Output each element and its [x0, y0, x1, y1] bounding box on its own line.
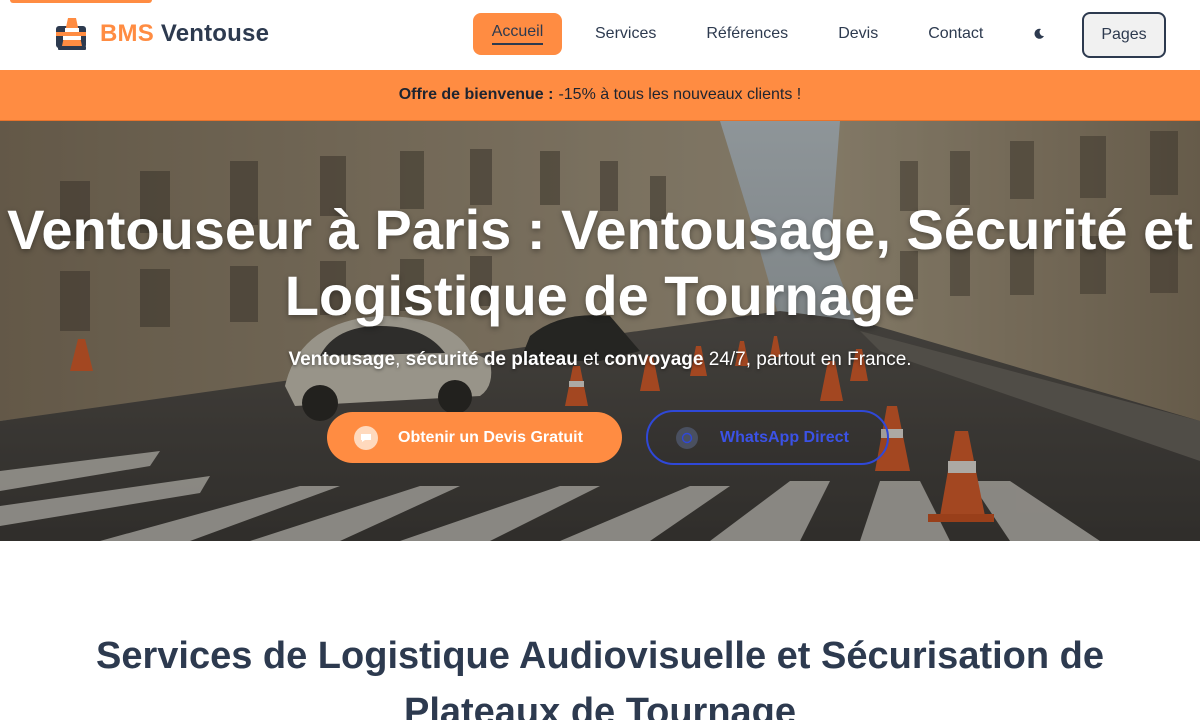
nav-item-devis[interactable]: Devis [821, 13, 895, 55]
traffic-cone-icon [56, 16, 90, 52]
header-accent-bar [10, 0, 152, 3]
services-section-title: Services de Logistique Audiovisuelle et … [95, 635, 1104, 720]
hero-subtitle: Ventousage, sécurité de plateau et convo… [0, 349, 1200, 371]
subtitle-text: , [395, 349, 406, 370]
promo-banner: Offre de bienvenue : -15% à tous les nou… [0, 70, 1200, 121]
nav-item-label: Accueil [491, 23, 544, 45]
nav-item-references[interactable]: Références [689, 13, 805, 55]
free-quote-label: Obtenir un Devis Gratuit [398, 428, 583, 446]
nav-item-accueil[interactable]: Accueil [473, 13, 562, 55]
brand-name-part1: BMS [100, 20, 154, 47]
promo-text: -15% à tous les nouveaux clients ! [558, 86, 802, 103]
subtitle-bold-ventousage: Ventousage [288, 349, 396, 370]
pages-button[interactable]: Pages [1082, 12, 1166, 58]
hero-overlay [0, 121, 1200, 541]
subtitle-bold-securite: sécurité de plateau [405, 349, 578, 370]
brand-logo[interactable]: BMS Ventouse [56, 16, 269, 52]
whatsapp-button[interactable]: WhatsApp Direct [646, 410, 889, 465]
subtitle-text: et [577, 349, 605, 370]
subtitle-bold-convoyage: convoyage [604, 349, 704, 370]
page: BMS Ventouse Accueil Services Références… [0, 0, 1200, 720]
brand-name-part2: Ventouse [160, 20, 270, 47]
hero-title: Ventouseur à Paris : Ventousage, Sécurit… [7, 198, 1193, 327]
hero-section: Ventouseur à Paris : Ventousage, Sécurit… [0, 121, 1200, 541]
chat-bubble-icon [354, 425, 378, 450]
whatsapp-icon [676, 426, 698, 449]
main-nav: Accueil Services Références Devis Contac… [473, 12, 1060, 56]
moon-icon [1034, 28, 1045, 39]
subtitle-text: 24/7, partout en France. [703, 349, 912, 370]
brand-name: BMS Ventouse [100, 20, 269, 48]
nav-item-services[interactable]: Services [578, 13, 673, 55]
free-quote-button[interactable]: Obtenir un Devis Gratuit [327, 412, 622, 463]
theme-toggle-button[interactable] [1018, 13, 1060, 55]
promo-label: Offre de bienvenue : [398, 86, 554, 103]
nav-item-contact[interactable]: Contact [911, 13, 1000, 55]
site-header: BMS Ventouse Accueil Services Références… [0, 0, 1200, 70]
whatsapp-label: WhatsApp Direct [720, 428, 849, 446]
